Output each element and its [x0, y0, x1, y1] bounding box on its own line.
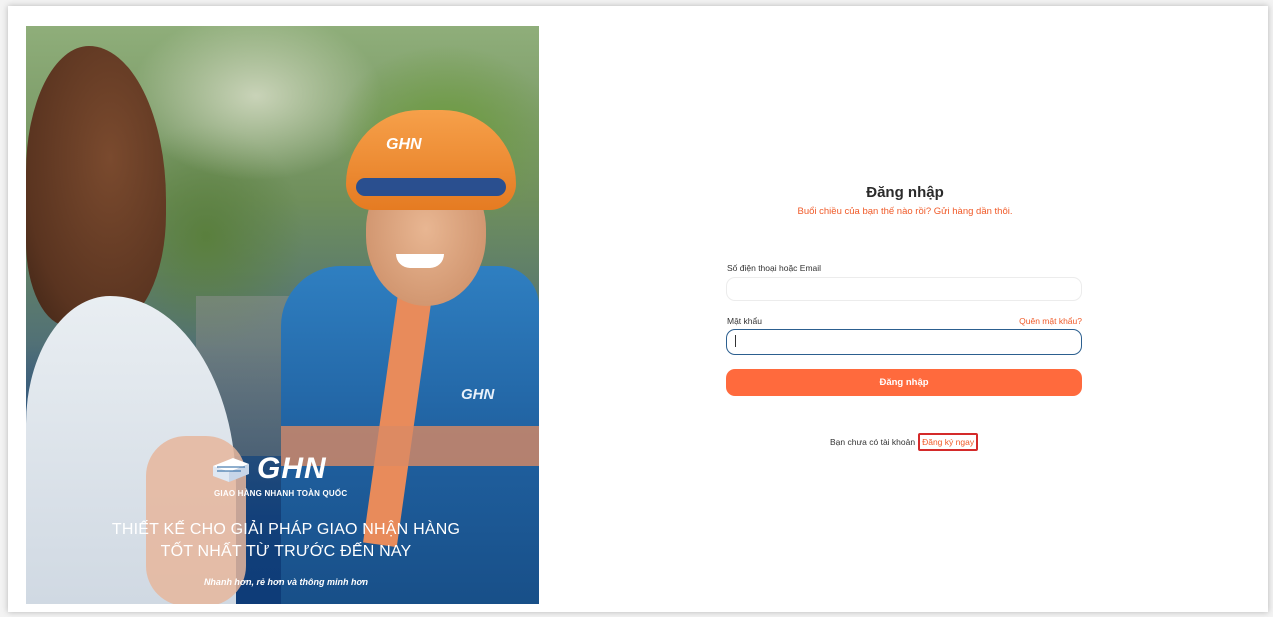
- username-input[interactable]: [726, 277, 1082, 301]
- brand-logo: GHN: [211, 454, 327, 484]
- jacket-logo: GHN: [461, 386, 495, 403]
- forgot-password-link[interactable]: Quên mật khẩu?: [1010, 316, 1082, 326]
- truck-logo-icon: [211, 454, 251, 484]
- helmet-visor: [356, 178, 506, 196]
- brand-tagline: GIAO HÀNG NHANH TOÀN QUỐC: [214, 489, 348, 498]
- jacket-stripe: [363, 284, 433, 548]
- password-input[interactable]: [726, 329, 1082, 355]
- text-caret: [735, 335, 736, 347]
- register-row: Bạn chưa có tài khoản Đăng ký ngay: [830, 433, 979, 451]
- hero-headline: THIẾT KẾ CHO GIẢI PHÁP GIAO NHẬN HÀNG TỐ…: [86, 519, 486, 563]
- courier-smile: [396, 254, 444, 268]
- hero-slogan: Nhanh hơn, rẻ hơn và thông minh hơn: [203, 577, 369, 587]
- login-subtitle: Buổi chiều của bạn thế nào rồi? Gửi hàng…: [797, 206, 1013, 217]
- brand-name: GHN: [257, 452, 327, 485]
- hero-headline-line1: THIẾT KẾ CHO GIẢI PHÁP GIAO NHẬN HÀNG: [111, 521, 461, 538]
- hero-image: GHN GHN GHN GIAO HÀNG NHANH TOÀN QUỐC TH…: [26, 26, 539, 604]
- hero-headline-line2: TỐT NHẤT TỪ TRƯỚC ĐẾN NAY: [160, 543, 412, 560]
- login-title: Đăng nhập: [866, 184, 944, 201]
- no-account-text: Bạn chưa có tài khoản: [830, 437, 916, 447]
- username-label: Số điện thoại hoặc Email: [727, 263, 822, 273]
- password-label: Mật khẩu: [727, 316, 762, 326]
- helmet-logo: GHN: [386, 136, 422, 153]
- register-link[interactable]: Đăng ký ngay: [918, 433, 979, 451]
- login-button[interactable]: Đăng nhập: [726, 369, 1082, 396]
